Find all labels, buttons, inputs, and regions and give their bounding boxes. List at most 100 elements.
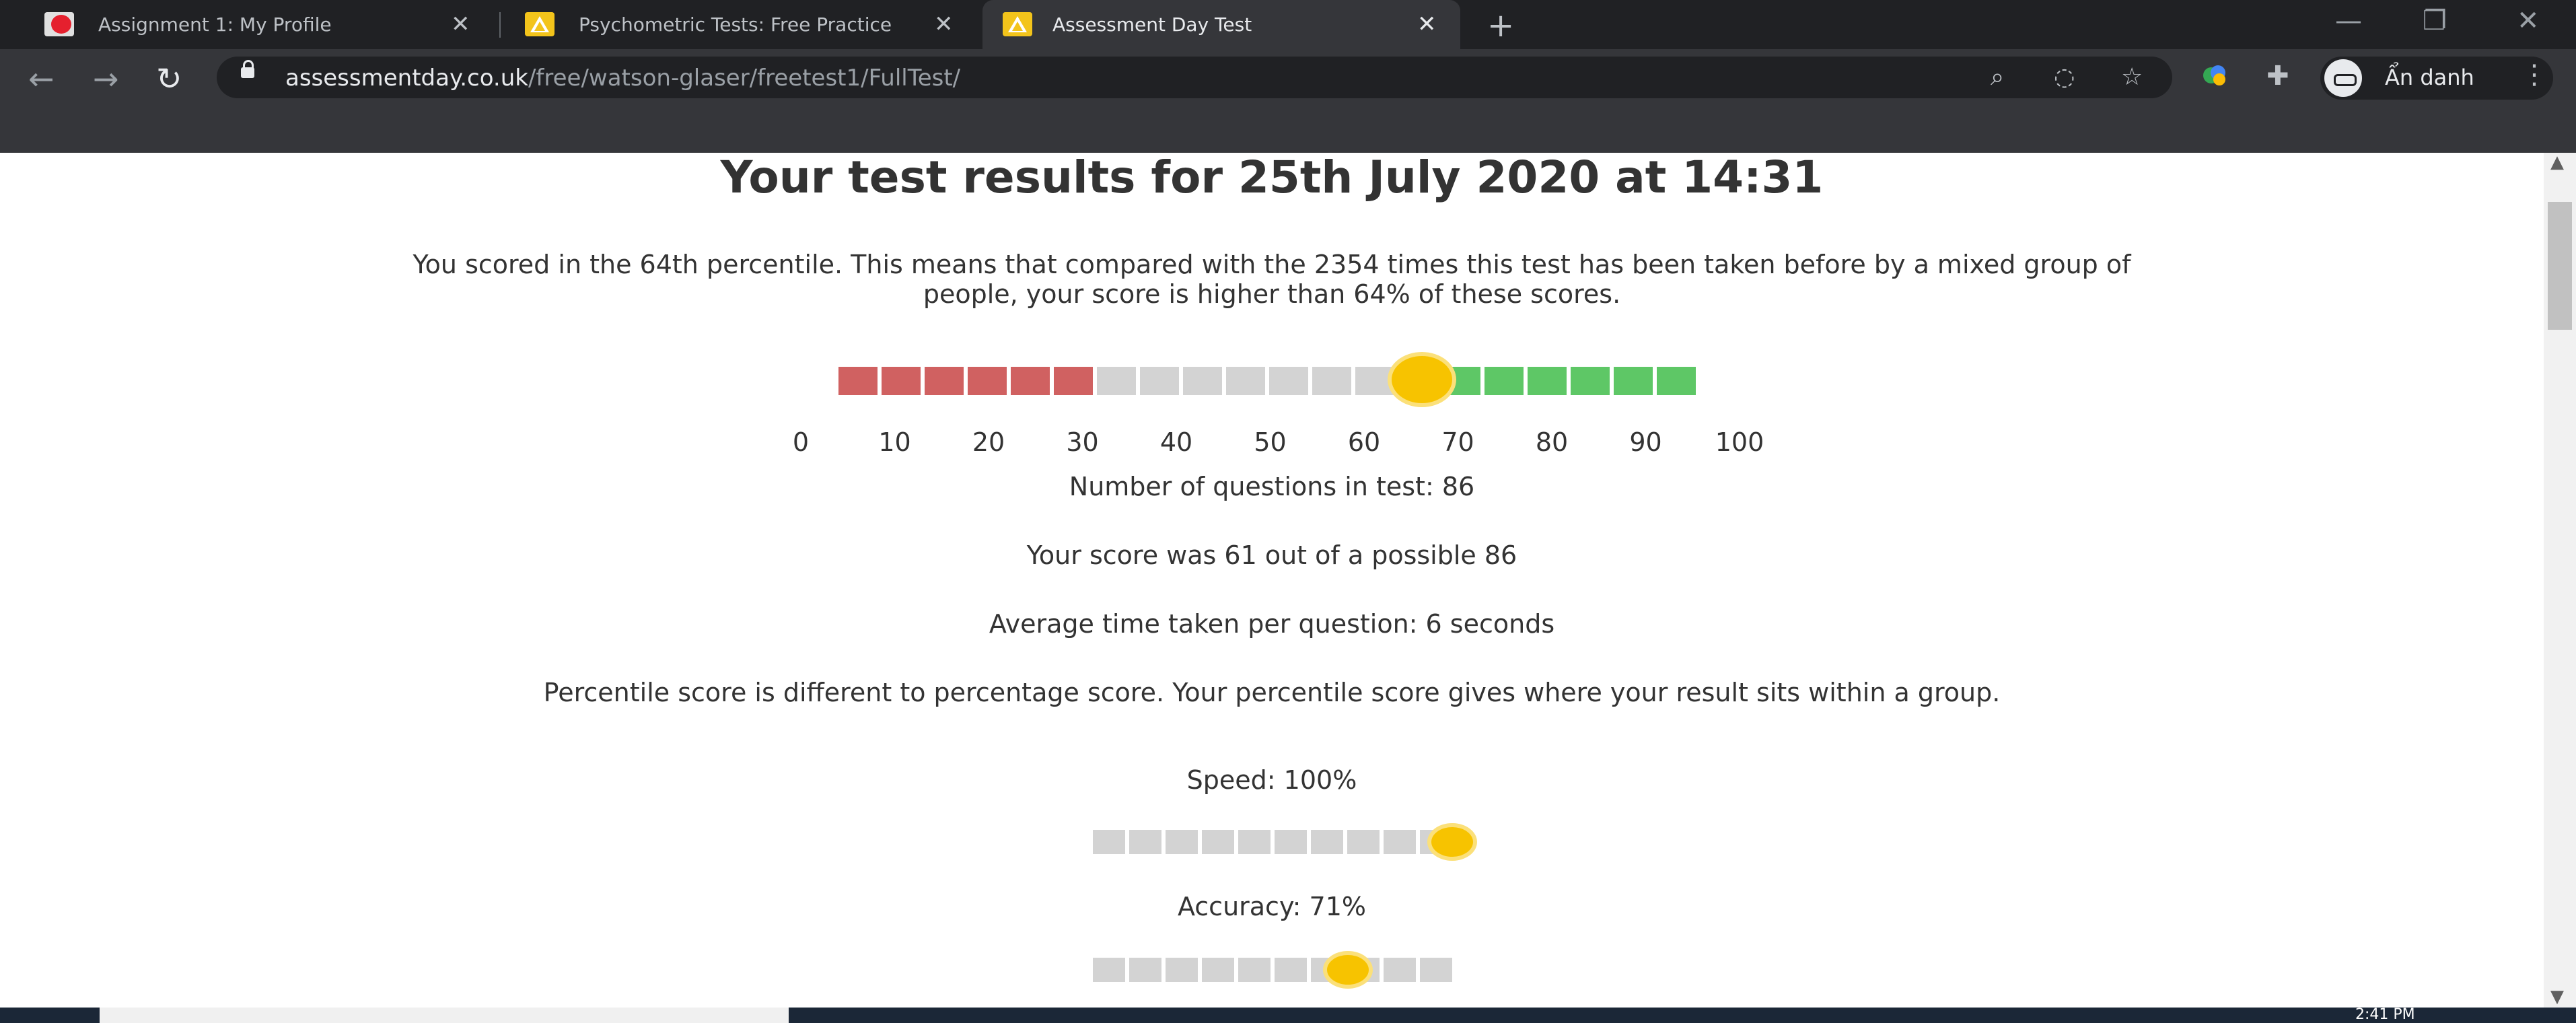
scale-tick-label: 30 [1066,427,1099,457]
percentile-bar-segment [838,367,878,395]
accuracy-marker [1323,951,1373,989]
bar-segment [1166,958,1198,982]
score-text: Your score was 61 out of a possible 86 [1026,540,1517,570]
bar-segment [1311,830,1343,854]
scale-tick-label: 80 [1535,427,1569,457]
scrollbar-thumb[interactable] [2548,202,2572,330]
percentile-bar-segment [968,367,1007,395]
url-path: /free/watson-glaser/freetest1/FullTest/ [528,65,961,92]
scale-tick-label: 70 [1441,427,1474,457]
bar-segment [1202,958,1234,982]
scale-tick-label: 90 [1629,427,1662,457]
scale-tick-label: 20 [972,427,1005,457]
back-arrow-icon[interactable]: ← [28,61,55,97]
bar-segment [1275,958,1307,982]
scale-tick-label: 50 [1254,427,1287,457]
extensions-puzzle-icon[interactable]: ✚ [2266,61,2289,92]
tab-psychometric-tests[interactable]: Psychometric Tests: Free Practice ✕ [507,0,978,49]
speed-bar [1093,830,1452,854]
url-domain: assessmentday.co.uk [285,65,528,92]
more-menu-icon[interactable]: ⋮ [2521,59,2548,90]
taskbar-search-box[interactable] [100,1008,789,1023]
tab-assessment-day-test[interactable]: Assessment Day Test ✕ [982,0,1460,49]
accuracy-bar [1093,958,1452,982]
percentile-bar-segment [1657,367,1696,395]
bar-segment [1238,958,1271,982]
bar-segment [1384,958,1416,982]
page-title: Your test results for 25th July 2020 at … [720,151,1824,203]
percentile-bar-segment [1097,367,1136,395]
assessmentday-logo-icon [1003,12,1032,36]
percentile-marker [1387,352,1456,407]
tab-assignment-profile[interactable]: Assignment 1: My Profile ✕ [27,0,485,49]
tab-title: Assessment Day Test [1052,13,1252,36]
close-tab-icon[interactable]: ✕ [934,11,954,38]
bar-segment [1129,958,1161,982]
address-bar[interactable]: assessmentday.co.uk/free/watson-glaser/f… [217,57,2172,98]
percentile-bar-segment [1226,367,1265,395]
speed-marker [1427,823,1477,861]
close-tab-icon[interactable]: ✕ [451,11,470,38]
tab-title: Assignment 1: My Profile [98,13,332,36]
profile-label: Ẩn danh [2385,65,2474,90]
bar-segment [1238,830,1271,854]
percentile-bar-segment [1614,367,1653,395]
tab-separator [499,12,501,38]
scroll-up-icon[interactable]: ▲ [2550,152,2564,172]
percentile-bar-segment [1269,367,1308,395]
percentile-summary-line2: people, your score is higher than 64% of… [923,279,1621,309]
tab-strip: Assignment 1: My Profile ✕ Psychometric … [0,0,2576,49]
bar-segment [1420,958,1452,982]
close-tab-icon[interactable]: ✕ [1417,11,1437,38]
bar-segment [1202,830,1234,854]
scale-tick-label: 0 [792,427,810,457]
percentile-bar-segment [1183,367,1222,395]
close-window-icon[interactable]: ✕ [2517,5,2540,36]
tab-title: Psychometric Tests: Free Practice [579,13,892,36]
scale-tick-label: 60 [1347,427,1381,457]
restore-icon[interactable]: ❐ [2423,5,2447,36]
bookmark-star-icon[interactable]: ☆ [2121,63,2143,91]
bar-segment [1129,830,1161,854]
red-box-icon [44,12,74,36]
percentile-bar [838,367,1696,395]
lock-icon [241,60,254,78]
forward-arrow-icon[interactable]: → [93,61,119,97]
bar-segment [1166,830,1198,854]
percentile-bar-segment [882,367,921,395]
bar-segment [1384,830,1416,854]
scale-tick-label: 40 [1159,427,1193,457]
page-content: Your test results for 25th July 2020 at … [0,151,2544,1008]
eye-off-icon[interactable]: ◌ [2054,63,2075,91]
speed-label: Speed: 100% [1186,765,1357,795]
zoom-icon[interactable]: ⌕ [1991,63,2004,92]
percentile-bar-segment [1011,367,1050,395]
bar-segment [1093,958,1125,982]
percentile-summary: You scored in the 64th percentile. This … [0,250,2544,309]
url-text[interactable]: assessmentday.co.uk/free/watson-glaser/f… [285,65,960,92]
scale-tick-label: 10 [878,427,911,457]
percentile-bar-segment [1484,367,1524,395]
percentile-summary-line1: You scored in the 64th percentile. This … [413,250,2131,279]
percentile-note: Percentile score is different to percent… [543,678,2001,707]
percentile-bar-segment [1312,367,1351,395]
incognito-avatar-icon [2324,59,2362,97]
percentile-bar-segment [1140,367,1179,395]
taskbar-clock: 2:41 PM [2355,1006,2415,1023]
scale-tick-label: 100 [1715,427,1764,457]
average-time: Average time taken per question: 6 secon… [989,609,1555,639]
scroll-down-icon[interactable]: ▼ [2550,987,2564,1007]
percentile-bar-segment [1571,367,1610,395]
extension-colorful-icon[interactable] [2201,61,2230,97]
accuracy-label: Accuracy: 71% [1177,892,1367,921]
questions-count: Number of questions in test: 86 [1069,472,1475,501]
minimize-icon[interactable]: — [2335,5,2362,36]
profile-button[interactable]: Ẩn danh [2320,57,2553,100]
assessmentday-logo-icon [525,12,554,36]
new-tab-icon[interactable]: + [1487,7,1514,44]
bookmark-bar-area [0,107,2576,153]
bar-segment [1347,830,1380,854]
percentile-bar-segment [925,367,964,395]
reload-icon[interactable]: ↻ [156,61,182,97]
bar-segment [1093,830,1125,854]
